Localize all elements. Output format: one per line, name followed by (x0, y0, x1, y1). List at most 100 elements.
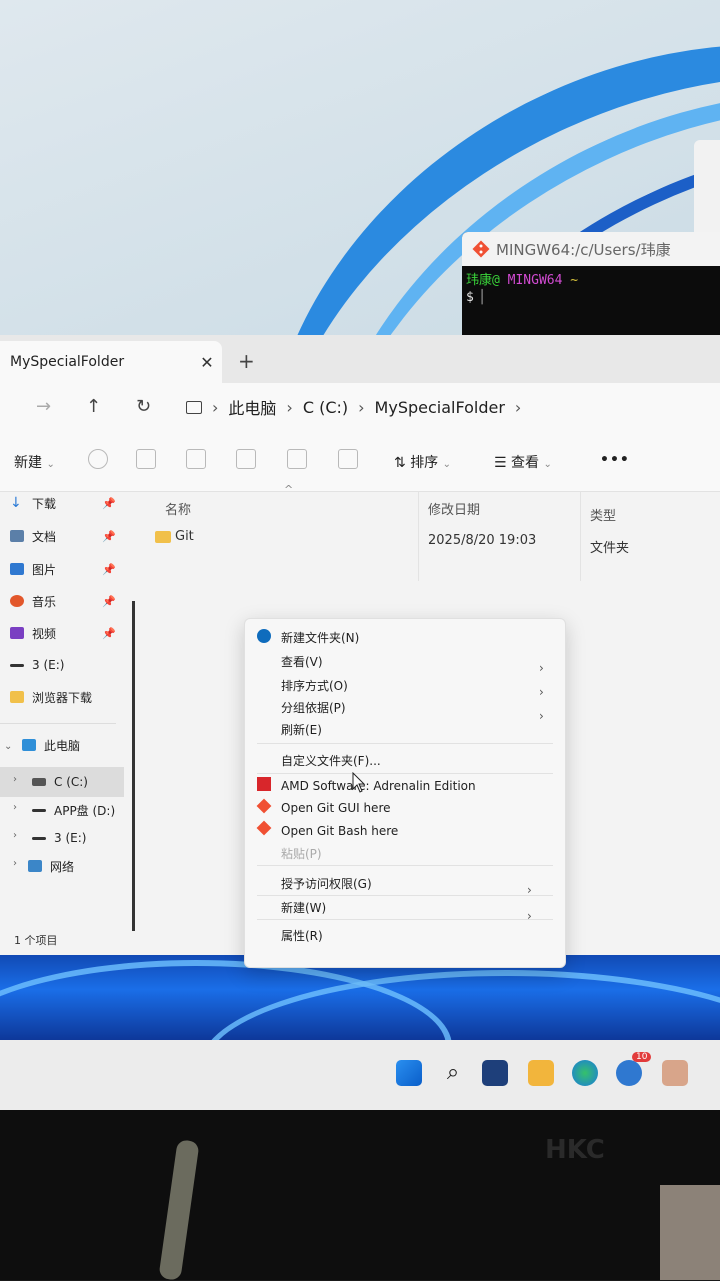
sidebar-item-browser-downloads[interactable]: 浏览器下载 (10, 685, 92, 709)
background-window-edge (694, 140, 720, 232)
monitor-brand-logo: HKC (545, 1135, 605, 1165)
sidebar-item-documents[interactable]: 文档 (10, 524, 56, 548)
git-icon (472, 240, 490, 258)
git-icon (256, 798, 272, 814)
menu-item-refresh[interactable]: 刷新(E) (281, 721, 322, 738)
menu-item-open-git-bash[interactable]: Open Git Bash here (281, 824, 398, 838)
refresh-icon[interactable]: ↻ (136, 396, 151, 417)
sidebar-item-pictures[interactable]: 图片 (10, 557, 56, 581)
rename-icon[interactable] (236, 449, 256, 469)
menu-item-group-by[interactable]: 分组依据(P) (281, 699, 346, 716)
view-button[interactable]: ☰ 查看 ⌄ (494, 452, 552, 472)
menu-item-customize-folder[interactable]: 自定义文件夹(F)... (281, 752, 381, 769)
pane-scrollbar[interactable] (132, 601, 135, 931)
context-menu: 新建文件夹(N) 查看(V) › 排序方式(O) › 分组依据(P) › 刷新(… (244, 618, 566, 968)
sidebar-item-d-drive[interactable]: APP盘 (D:) (32, 798, 115, 822)
menu-item-properties[interactable]: 属性(R) (281, 927, 323, 944)
sidebar-item-label: 浏览器下载 (32, 690, 93, 705)
menu-item-new[interactable]: 新建(W) (281, 899, 326, 916)
forward-arrow-icon[interactable]: → (36, 396, 51, 417)
menu-item-grant-access[interactable]: 授予访问权限(G) (281, 875, 372, 892)
sidebar-item-label: 下载 (32, 496, 57, 511)
folder-icon (10, 691, 24, 703)
edge-icon[interactable] (572, 1060, 598, 1086)
document-icon (10, 530, 24, 542)
chevron-right-icon: › (527, 909, 532, 923)
sidebar-item-drive-e[interactable]: 3 (E:) (10, 653, 64, 677)
chevron-right-icon: › (539, 685, 544, 699)
app-avatar-icon[interactable] (662, 1060, 688, 1086)
chevron-right-icon[interactable]: › (515, 398, 521, 417)
column-divider[interactable] (580, 491, 581, 581)
copy-icon[interactable] (136, 449, 156, 469)
sidebar-item-this-pc[interactable]: 此电脑 (22, 733, 80, 757)
computer-icon (186, 400, 202, 414)
menu-item-view[interactable]: 查看(V) (281, 653, 323, 670)
taskbar: ⌕ 10 (0, 1040, 720, 1110)
new-tab-button[interactable]: + (238, 349, 255, 373)
chevron-right-icon[interactable]: › (13, 830, 17, 841)
qq-icon[interactable] (616, 1060, 642, 1086)
terminal-output[interactable]: 玮康@ MINGW64 ~ $ ▏ (462, 266, 720, 312)
git-bash-terminal[interactable]: MINGW64:/c/Users/玮康 玮康@ MINGW64 ~ $ ▏ (462, 232, 720, 336)
pin-icon[interactable]: 📌 (102, 595, 116, 608)
sidebar-item-music[interactable]: 音乐 (10, 589, 56, 613)
breadcrumb-c-drive[interactable]: C (C:) (303, 398, 348, 417)
pin-icon[interactable]: 📌 (102, 627, 116, 640)
terminal-host: MINGW64 (507, 273, 563, 288)
chevron-down-icon[interactable]: ⌄ (4, 741, 12, 752)
chevron-right-icon[interactable]: › (13, 802, 17, 813)
breadcrumb: › 此电脑 › C (C:) › MySpecialFolder › (186, 395, 521, 419)
terminal-titlebar[interactable]: MINGW64:/c/Users/玮康 (462, 232, 720, 266)
file-name-cell[interactable]: Git (155, 529, 194, 544)
menu-item-new-folder[interactable]: 新建文件夹(N) (281, 629, 359, 646)
menu-item-open-git-gui[interactable]: Open Git GUI here (281, 801, 391, 815)
menu-item-paste: 粘贴(P) (281, 847, 322, 861)
store-icon[interactable] (482, 1060, 508, 1086)
sidebar-item-e-drive[interactable]: 3 (E:) (32, 826, 86, 850)
sidebar-item-network[interactable]: 网络 (28, 854, 74, 878)
chevron-right-icon: › (539, 709, 544, 723)
file-explorer-icon[interactable] (528, 1060, 554, 1086)
chevron-right-icon[interactable]: › (13, 774, 17, 785)
breadcrumb-myspecialfolder[interactable]: MySpecialFolder (375, 398, 505, 417)
up-arrow-icon[interactable]: ↑ (86, 396, 101, 417)
amd-icon (257, 777, 271, 791)
chevron-right-icon: › (539, 661, 544, 675)
column-divider[interactable] (418, 491, 419, 581)
sort-button[interactable]: ⇅ 排序 ⌄ (394, 452, 451, 472)
start-button[interactable] (396, 1060, 422, 1086)
pin-icon[interactable]: 📌 (102, 563, 116, 576)
new-button[interactable]: 新建 ⌄ (14, 452, 55, 472)
git-icon (256, 820, 272, 836)
sidebar-item-c-drive[interactable]: C (C:) (32, 770, 88, 794)
delete-icon[interactable] (338, 449, 358, 469)
terminal-title: MINGW64:/c/Users/玮康 (496, 240, 671, 259)
column-header-name[interactable]: 名称 (165, 499, 191, 518)
pin-icon[interactable]: 📌 (102, 497, 116, 510)
sidebar-item-label: 图片 (32, 562, 57, 577)
breadcrumb-this-pc[interactable]: 此电脑 (228, 395, 276, 419)
close-icon[interactable]: ✕ (192, 353, 222, 372)
cut-icon[interactable] (88, 449, 108, 469)
chevron-right-icon[interactable]: › (13, 858, 17, 869)
tab-myspecialfolder[interactable]: MySpecialFolder ✕ (0, 341, 222, 383)
status-bar-item-count: 1 个项目 (14, 934, 58, 947)
chevron-right-icon: › (286, 397, 293, 417)
menu-item-sort-by[interactable]: 排序方式(O) (281, 677, 348, 694)
paste-icon[interactable] (186, 449, 206, 469)
pin-icon[interactable]: 📌 (102, 530, 116, 543)
search-icon[interactable]: ⌕ (440, 1060, 466, 1086)
column-header-type[interactable]: 类型 (590, 505, 616, 524)
mouse-cursor-icon (352, 772, 366, 793)
share-icon[interactable] (287, 449, 307, 469)
sidebar-item-videos[interactable]: 视频 (10, 621, 56, 645)
sidebar-item-downloads[interactable]: ↓ 下载 (10, 491, 56, 515)
column-header-modified[interactable]: 修改日期 (428, 499, 480, 518)
video-icon (10, 627, 24, 639)
sidebar-item-label: C (C:) (54, 775, 88, 789)
more-options-button[interactable]: ••• (600, 452, 630, 468)
menu-item-amd-software[interactable]: AMD Software: Adrenalin Edition (281, 779, 476, 793)
computer-icon (22, 739, 36, 751)
terminal-prompt: $ (466, 290, 474, 305)
